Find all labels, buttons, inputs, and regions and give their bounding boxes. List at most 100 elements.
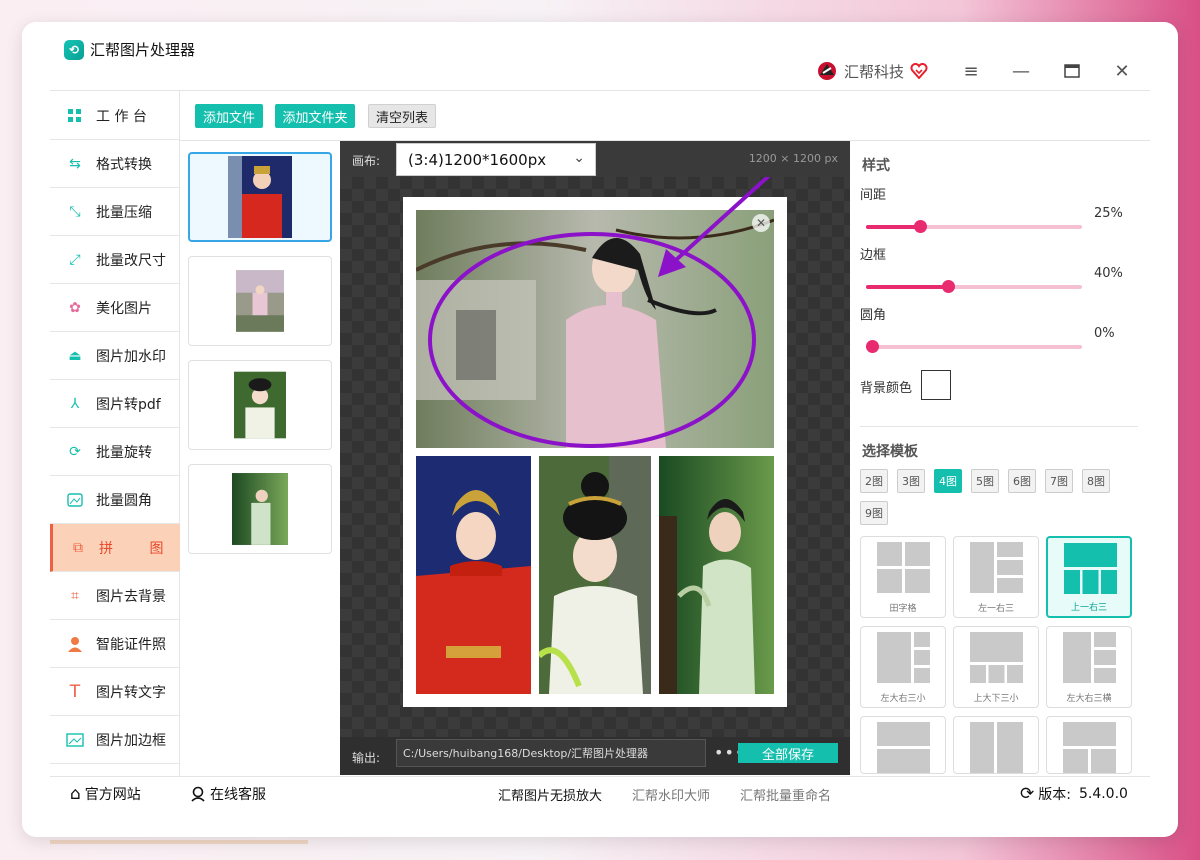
sidebar-item-compress[interactable]: ⤡ 批量压缩: [50, 188, 180, 236]
template-card-7[interactable]: [860, 716, 946, 774]
border-label: 边框: [860, 248, 887, 263]
maximize-icon[interactable]: [1059, 58, 1085, 84]
collage-cell-top[interactable]: ✕: [416, 210, 774, 448]
template-card-5[interactable]: 上大下三小: [953, 626, 1039, 708]
template-card-4[interactable]: 左大右三小: [860, 626, 946, 708]
spacing-slider-fill: [866, 225, 920, 229]
save-all-button[interactable]: 全部保存: [738, 743, 838, 763]
template-count-3[interactable]: 3图: [897, 469, 925, 493]
template-title: 选择模板: [862, 444, 918, 460]
footer-link-watermark[interactable]: 汇帮水印大师: [632, 785, 710, 804]
sidebar-item-label: 批量圆角: [96, 492, 152, 509]
online-support-label: 在线客服: [210, 787, 266, 803]
canvas-header: 画布: (3:4)1200*1600px ⌄ 1200 × 1200 px: [340, 141, 850, 177]
vip-heart-icon[interactable]: [910, 63, 928, 79]
thumbnail-item[interactable]: [188, 256, 332, 346]
online-support-link[interactable]: 在线客服: [190, 784, 266, 804]
footer-divider: [50, 776, 1150, 777]
close-icon[interactable]: ✕: [1109, 58, 1135, 84]
template-card-8[interactable]: [953, 716, 1039, 774]
spacing-label: 间距: [860, 188, 887, 203]
template-count-6[interactable]: 6图: [1008, 469, 1036, 493]
sidebar-item-watermark[interactable]: ⏏ 图片加水印: [50, 332, 180, 380]
spacing-slider-knob[interactable]: [914, 220, 927, 233]
thumbnail-item[interactable]: [188, 152, 332, 242]
sidebar-item-pdf[interactable]: ⅄ 图片转pdf: [50, 380, 180, 428]
sidebar-item-rotate[interactable]: ⟳ 批量旋转: [50, 428, 180, 476]
sidebar: 工 作 台 ⇆ 格式转换 ⤡ 批量压缩 ⤢ 批量改尺寸 ✿ 美化图片 ⏏ 图片加…: [50, 92, 180, 764]
collage-sheet: ✕: [403, 197, 787, 707]
radius-label: 圆角: [860, 308, 887, 323]
footer-link-rename[interactable]: 汇帮批量重命名: [740, 785, 831, 804]
canvas-size-text: 1200 × 1200 px: [748, 152, 838, 165]
template-count-7[interactable]: 7图: [1045, 469, 1073, 493]
border-slider[interactable]: [866, 280, 1082, 293]
sidebar-item-beautify[interactable]: ✿ 美化图片: [50, 284, 180, 332]
sidebar-item-label: 图片加水印: [96, 348, 166, 365]
radius-slider[interactable]: [866, 340, 1082, 353]
template-preview: [877, 632, 930, 683]
crop-icon: ⌗: [71, 587, 79, 604]
template-name: 上大下三小: [973, 694, 1019, 704]
sidebar-item-ocr[interactable]: T 图片转文字: [50, 668, 180, 716]
canvas-label: 画布:: [352, 154, 381, 168]
remove-image-icon[interactable]: ✕: [752, 214, 770, 232]
template-name: 田字格: [889, 604, 917, 614]
border-slider-fill: [866, 285, 948, 289]
sidebar-item-format[interactable]: ⇆ 格式转换: [50, 140, 180, 188]
template-card-1[interactable]: 田字格: [860, 536, 946, 618]
template-card-6[interactable]: 左大右三横: [1046, 626, 1132, 708]
template-count-2[interactable]: 2图: [860, 469, 888, 493]
output-row: 输出: C:/Users/huibang168/Desktop/汇帮图片处理器 …: [340, 737, 850, 775]
sidebar-item-workbench[interactable]: 工 作 台: [50, 92, 180, 140]
radius-slider-knob[interactable]: [866, 340, 879, 353]
window-shadow-bar: [50, 840, 308, 844]
version-info: ⟳ 版本: 5.4.0.0: [1020, 784, 1128, 804]
sidebar-item-label: 图片加边框: [96, 732, 166, 749]
output-path-field[interactable]: C:/Users/huibang168/Desktop/汇帮图片处理器: [396, 739, 706, 767]
clear-list-button[interactable]: 清空列表: [368, 104, 436, 128]
spacing-slider[interactable]: [866, 220, 1082, 233]
border-slider-knob[interactable]: [942, 280, 955, 293]
minimize-icon[interactable]: —: [1008, 58, 1034, 84]
collage-cell-bottom-3[interactable]: [659, 456, 774, 694]
sidebar-item-puzzle[interactable]: ⧉ 拼 图: [50, 524, 180, 572]
canvas-size-select[interactable]: (3:4)1200*1600px ⌄: [396, 143, 596, 176]
official-website-link[interactable]: ⌂ 官方网站: [70, 784, 141, 804]
template-count-5[interactable]: 5图: [971, 469, 999, 493]
thumbnail-item[interactable]: [188, 360, 332, 450]
template-card-2[interactable]: 左一右三: [953, 536, 1039, 618]
template-preview: [1063, 632, 1116, 683]
thumbnail-item[interactable]: [188, 464, 332, 554]
add-folder-button[interactable]: 添加文件夹: [275, 104, 355, 128]
thumbnail-image: [228, 156, 292, 238]
template-name: 上一右三: [1070, 603, 1107, 613]
puzzle-icon: ⧉: [73, 539, 83, 556]
bg-color-swatch[interactable]: [921, 370, 951, 400]
official-website-label: 官方网站: [84, 787, 141, 803]
sidebar-item-label: 拼 图: [99, 540, 180, 557]
template-count-8[interactable]: 8图: [1082, 469, 1110, 493]
template-count-4[interactable]: 4图: [934, 469, 962, 493]
sidebar-item-label: 工 作 台: [96, 108, 147, 125]
collage-image: [539, 456, 651, 694]
template-card-3[interactable]: 上一右三: [1046, 536, 1132, 618]
sidebar-item-id-photo[interactable]: 智能证件照: [50, 620, 180, 668]
brand-logo-icon: [818, 62, 836, 80]
template-preview: [1064, 543, 1117, 594]
footer-link-upscale[interactable]: 汇帮图片无损放大: [498, 785, 602, 804]
sidebar-item-border[interactable]: 图片加边框: [50, 716, 180, 764]
sidebar-item-remove-bg[interactable]: ⌗ 图片去背景: [50, 572, 180, 620]
sidebar-item-resize[interactable]: ⤢ 批量改尺寸: [50, 236, 180, 284]
style-title: 样式: [862, 158, 890, 174]
add-file-button[interactable]: 添加文件: [195, 104, 263, 128]
template-preview: [877, 542, 930, 593]
collage-cell-bottom-2[interactable]: [539, 456, 651, 694]
refresh-icon[interactable]: ⟳: [1020, 784, 1034, 804]
collage-cell-bottom-1[interactable]: [416, 456, 531, 694]
menu-icon[interactable]: ≡: [958, 58, 984, 84]
template-card-9[interactable]: [1046, 716, 1132, 774]
brand[interactable]: 汇帮科技: [816, 60, 928, 82]
template-count-9[interactable]: 9图: [860, 501, 888, 525]
sidebar-item-round-corner[interactable]: 批量圆角: [50, 476, 180, 524]
